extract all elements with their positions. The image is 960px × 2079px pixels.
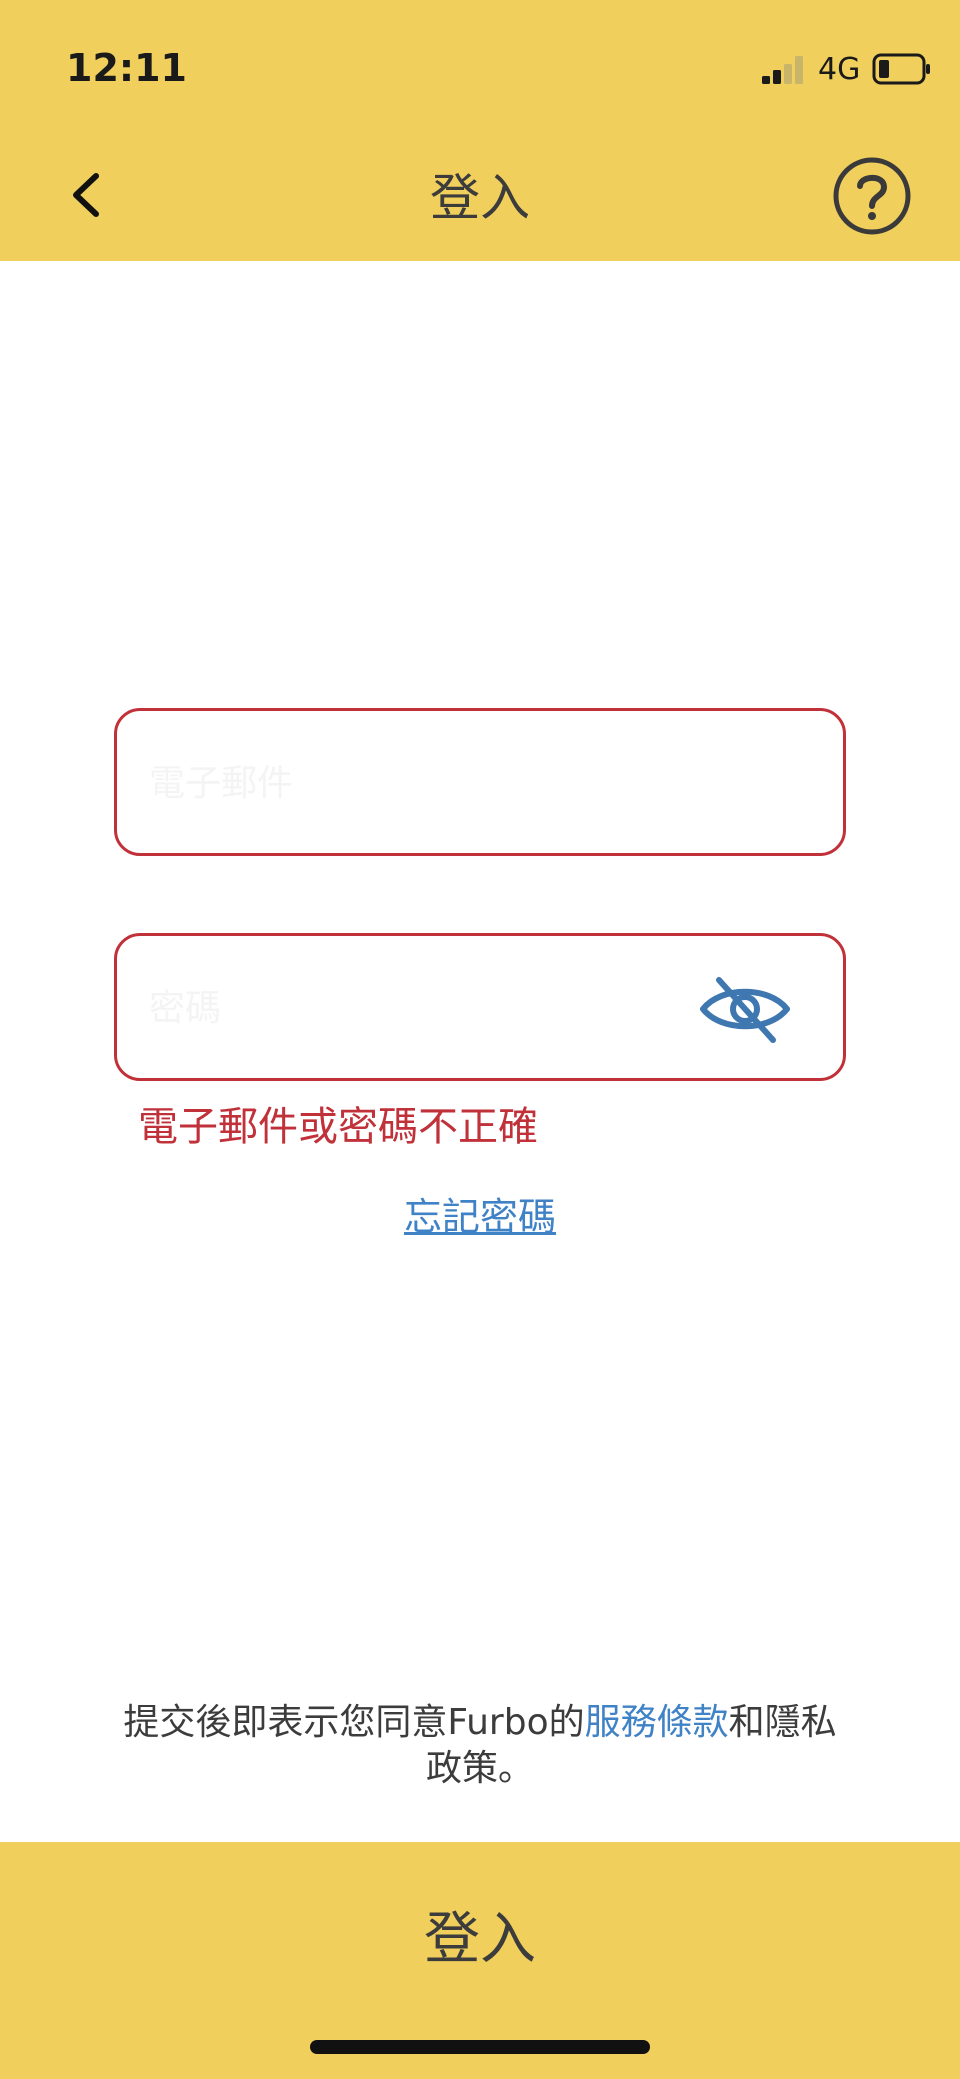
login-button-label: 登入 [424,1907,536,1972]
email-field[interactable] [114,708,846,856]
page-title: 登入 [430,169,530,227]
terms-notice: 提交後即表示您同意Furbo的服務條款和隱私政策。 [118,1700,842,1792]
forgot-password-link[interactable]: 忘記密碼 [0,1186,960,1241]
help-button[interactable] [832,156,912,236]
home-indicator [310,2040,650,2054]
battery-icon [872,53,930,85]
error-message: 電子郵件或密碼不正確 [138,1104,538,1150]
password-input[interactable] [147,936,711,1080]
terms-prefix: 提交後即表示您同意Furbo的 [123,1702,585,1743]
password-field[interactable] [114,933,846,1081]
eye-off-icon[interactable] [697,974,793,1044]
status-time: 12:11 [66,46,187,90]
cellular-signal-icon [762,56,803,84]
network-type: 4G [818,52,861,87]
top-header: 12:11 4G 登入 [0,0,960,261]
terms-of-service-link[interactable]: 服務條款 [585,1702,729,1743]
login-button[interactable]: 登入 [0,1842,960,2079]
terms-suffix: 。 [498,1748,535,1789]
terms-middle: 和 [728,1702,765,1743]
email-input[interactable] [147,711,711,855]
